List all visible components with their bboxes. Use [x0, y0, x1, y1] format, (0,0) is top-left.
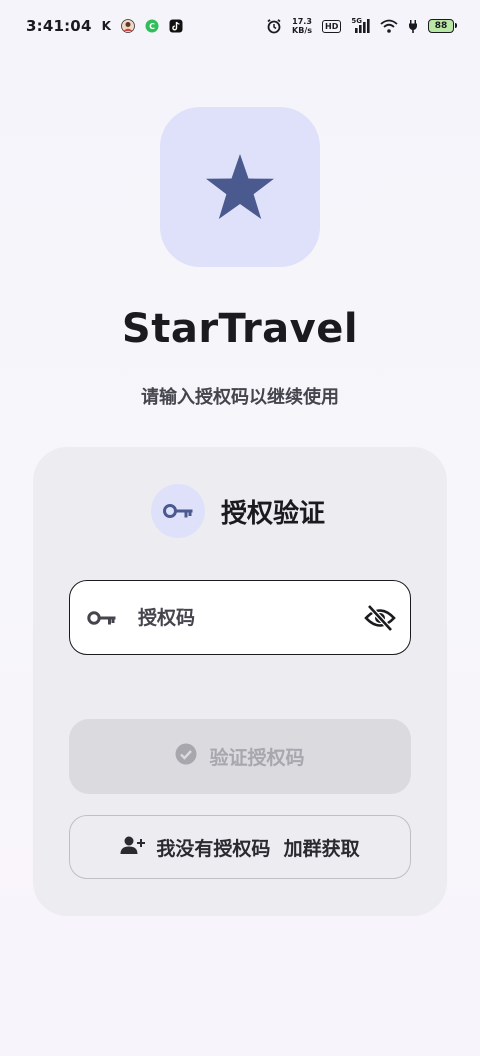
status-time: 3:41:04	[26, 17, 92, 35]
key-icon	[86, 605, 116, 635]
green-app-icon: C	[145, 19, 159, 33]
wifi-icon	[380, 19, 398, 33]
status-bar-left: 3:41:04 K C	[26, 17, 183, 35]
status-bar: 3:41:04 K C 17.3 KB/s HD 5G 88	[0, 0, 480, 52]
hd-badge: HD	[322, 19, 342, 33]
auth-code-input[interactable]	[138, 595, 358, 641]
verify-code-button[interactable]: 验证授权码	[69, 719, 411, 794]
key-icon	[163, 504, 193, 518]
avatar-notification-icon	[121, 19, 135, 33]
key-badge	[151, 484, 205, 538]
status-bar-right: 17.3 KB/s HD 5G 88	[266, 17, 457, 35]
check-circle-icon	[175, 743, 197, 770]
svg-text:C: C	[149, 22, 155, 31]
app-logo	[160, 107, 320, 267]
join-group-label: 我没有授权码 加群获取	[156, 837, 360, 860]
charging-icon	[408, 19, 418, 33]
eye-off-icon[interactable]	[364, 603, 396, 633]
carrier-letter: K	[101, 19, 111, 33]
app-title: StarTravel	[121, 306, 359, 352]
app-subtitle: 请输入授权码以继续使用	[141, 387, 339, 408]
tiktok-icon	[169, 19, 183, 33]
net-speed: 17.3 KB/s	[292, 17, 312, 35]
verify-code-label: 验证授权码	[209, 747, 305, 769]
auth-card-title: 授权验证	[221, 498, 326, 529]
auth-code-field[interactable]	[69, 580, 411, 655]
auth-card-header: 授权验证	[151, 484, 325, 538]
signal-icon: 5G	[351, 17, 370, 33]
net-speed-value: 17.3	[292, 17, 312, 26]
star-icon	[206, 154, 274, 219]
network-type: 5G	[351, 17, 362, 25]
net-speed-unit: KB/s	[292, 26, 313, 35]
alarm-icon	[266, 18, 282, 34]
person-add-icon	[120, 835, 146, 860]
battery-icon: 88	[428, 19, 457, 33]
join-group-button[interactable]: 我没有授权码 加群获取	[69, 815, 411, 879]
auth-card: 授权验证 验证授权码 我没有授权码 加群获取	[33, 447, 447, 916]
